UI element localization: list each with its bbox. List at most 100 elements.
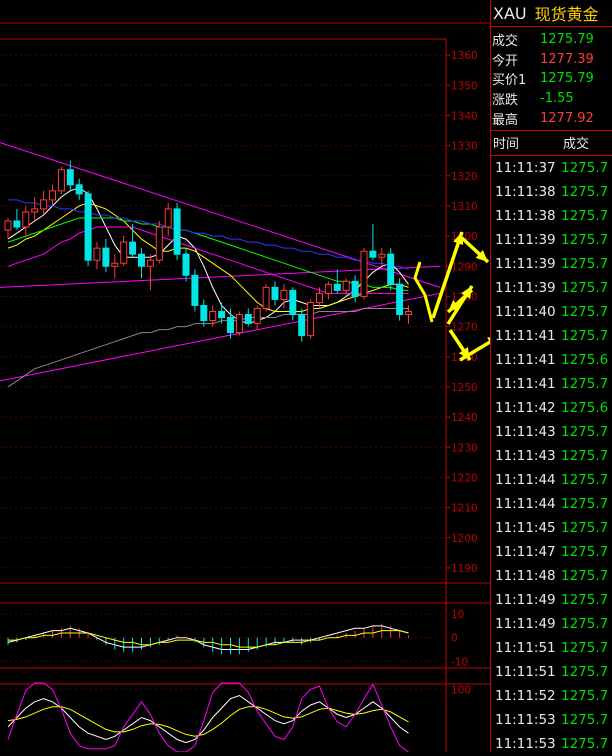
quote-label: 最高 <box>492 112 519 128</box>
tick-list[interactable]: 11:11:37 1275.7 11:11:38 1275.7 11:11:38 1275… <box>491 156 612 756</box>
candle-body-down <box>182 253 190 276</box>
macd-line-dif <box>7 625 409 650</box>
quote-side-panel: XAU 现货黄金 成交 1275.79 今开 1277.39 买价1 1275.79 涨跌 -… <box>490 0 612 752</box>
tick-time: 11:11:39 <box>495 279 556 296</box>
quote-label: 今开 <box>492 53 519 69</box>
candle-body-up <box>324 283 332 294</box>
candle-body-down <box>191 274 199 306</box>
tick-row: 11:11:41 1275.7 <box>491 372 612 396</box>
tick-time: 11:11:53 <box>495 711 556 728</box>
tick-time: 11:11:41 <box>495 375 556 392</box>
candle-body-up <box>22 211 30 228</box>
main-y-tick-label: 1210 <box>451 503 478 515</box>
quote-row: 买价1 1275.79 <box>491 69 612 89</box>
trendline-middle <box>0 265 441 288</box>
tick-price: 1275.7 <box>561 423 609 440</box>
candle-body-up <box>378 253 386 258</box>
main-y-tick-label: 1360 <box>451 50 478 62</box>
tick-price: 1275.7 <box>561 471 609 488</box>
candle-body-down <box>138 253 145 267</box>
tick-time: 11:11:45 <box>495 519 556 536</box>
tick-row: 11:11:37 1275.7 <box>491 156 612 180</box>
tick-price: 1275.7 <box>561 207 609 224</box>
candle-body-up <box>120 241 128 264</box>
candle-body-up <box>49 190 56 201</box>
candle-body-down <box>75 184 83 195</box>
main-y-tick-label: 1310 <box>451 201 478 213</box>
chart-area[interactable]: 1190120012101220123012401250126012701280… <box>0 0 490 752</box>
tick-row: 11:11:39 1275.7 <box>491 276 612 300</box>
tick-time: 11:11:47 <box>495 543 556 560</box>
candle-body-up <box>405 311 412 316</box>
tick-row: 11:11:51 1275.7 <box>491 636 612 660</box>
tick-list-header: 时间 成交 <box>491 131 612 156</box>
tick-time: 11:11:49 <box>495 615 556 632</box>
tick-row: 11:11:49 1275.7 <box>491 588 612 612</box>
symbol-header: XAU 现货黄金 <box>491 0 612 27</box>
tick-price: 1275.7 <box>561 279 609 296</box>
tick-row: 11:11:39 1275.7 <box>491 252 612 276</box>
main-y-tick-label: 1200 <box>451 533 478 545</box>
tick-time: 11:11:41 <box>495 327 556 344</box>
quote-label: 成交 <box>492 34 519 50</box>
candle-body-down <box>227 317 234 334</box>
tick-price: 1275.7 <box>561 543 609 560</box>
candle-body-down <box>66 169 74 186</box>
ma-line-ma5 <box>7 187 409 325</box>
tick-price: 1275.7 <box>561 663 609 680</box>
quote-value: 1275.79 <box>540 32 594 48</box>
tick-row: 11:11:40 1275.7 <box>491 300 612 324</box>
quote-value: 1275.79 <box>540 71 594 87</box>
candle-body-down <box>200 304 208 322</box>
candle-body-up <box>262 286 270 309</box>
candle-body-down <box>271 286 279 300</box>
chart-svg[interactable]: 1190120012101220123012401250126012701280… <box>0 0 490 752</box>
tick-price: 1275.7 <box>561 183 609 200</box>
candle-body-up <box>40 199 48 210</box>
tick-price: 1275.7 <box>561 639 609 656</box>
candle-body-down <box>13 220 21 228</box>
kdj-line-d <box>7 706 409 737</box>
candle-body-down <box>387 253 395 285</box>
tick-row: 11:11:47 1275.7 <box>491 540 612 564</box>
tick-price: 1275.7 <box>561 519 609 536</box>
tick-time: 11:11:37 <box>495 159 556 176</box>
quote-value: 1277.92 <box>540 110 594 126</box>
candle-body-up <box>360 250 368 297</box>
quote-label: 买价1 <box>492 73 527 89</box>
tick-row: 11:11:41 1275.6 <box>491 348 612 372</box>
tick-time: 11:11:44 <box>495 471 556 488</box>
tick-row: 11:11:48 1275.7 <box>491 564 612 588</box>
tick-price: 1275.7 <box>561 303 609 320</box>
candle-body-up <box>4 220 12 231</box>
candle-body-up <box>111 262 119 267</box>
tick-row: 11:11:49 1275.7 <box>491 612 612 636</box>
tick-price: 1275.6 <box>561 351 609 368</box>
quote-label: 涨跌 <box>492 93 519 109</box>
candle-body-down <box>351 280 359 297</box>
main-y-tick-label: 1220 <box>451 472 478 484</box>
main-y-tick-label: 1190 <box>451 563 478 575</box>
tick-row: 11:11:43 1275.7 <box>491 444 612 468</box>
tick-price: 1275.7 <box>561 375 609 392</box>
candle-body-up <box>235 314 243 334</box>
candle-body-down <box>333 283 341 291</box>
quote-value: -1.55 <box>540 91 574 107</box>
candle-body-up <box>164 208 172 228</box>
tick-time: 11:11:44 <box>495 495 556 512</box>
tick-time: 11:11:48 <box>495 567 556 584</box>
candle-body-down <box>173 208 181 255</box>
candle-body-up <box>253 307 261 325</box>
main-y-tick-label: 1320 <box>451 171 478 183</box>
kdj-y-tick-label: 100 <box>451 684 471 696</box>
tick-time: 11:11:51 <box>495 639 556 656</box>
tick-row: 11:11:43 1275.7 <box>491 420 612 444</box>
tick-price: 1275.7 <box>561 615 609 632</box>
kdj-line-k <box>7 694 409 744</box>
symbol-code: XAU <box>493 3 527 23</box>
tick-time: 11:11:51 <box>495 663 556 680</box>
tick-time: 11:11:39 <box>495 255 556 272</box>
main-y-tick-label: 1240 <box>451 412 478 424</box>
candle-body-up <box>155 226 163 261</box>
candle-body-down <box>102 247 110 267</box>
